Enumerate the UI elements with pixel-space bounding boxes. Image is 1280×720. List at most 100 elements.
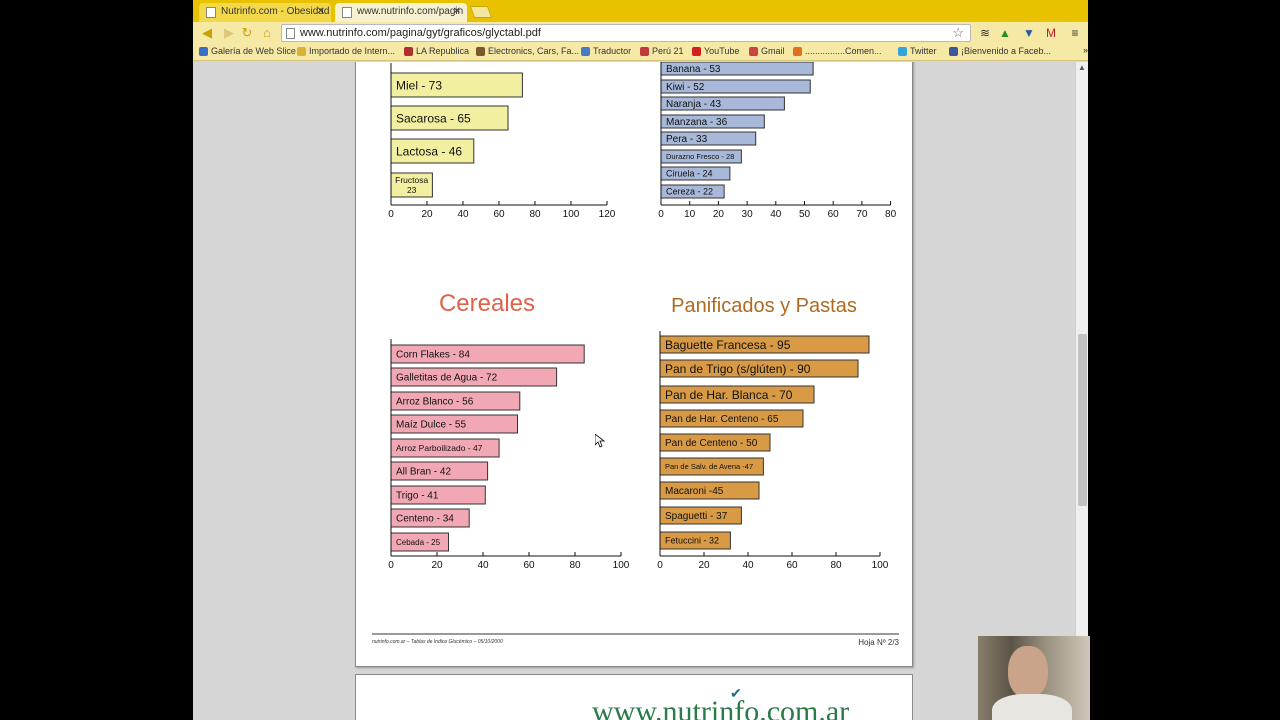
address-bar[interactable]: www.nutrinfo.com/pagina/gyt/graficos/gly… [281,24,971,42]
bookmark-icon [476,47,485,56]
pdf-viewer[interactable]: Miel - 73 Sacarosa - 65 Lactosa - 46 Fructo… [193,62,1088,720]
url-text: www.nutrinfo.com/pagina/gyt/graficos/gly… [300,27,541,39]
bookmark-label: Gmail [761,46,785,56]
bar-label: Trigo - 41 [396,491,439,502]
mouse-cursor-icon [595,434,605,448]
youtube-icon [692,47,701,56]
x-tick-label: 120 [599,209,616,220]
new-tab-button[interactable] [469,6,493,18]
x-tick-label: 60 [786,560,798,571]
bookmark-icon [404,47,413,56]
menu-icon[interactable]: ≡ [1067,25,1083,41]
bookmark-item[interactable]: Importado de Intern... [297,46,395,56]
x-tick-label: 70 [856,209,868,220]
reload-icon[interactable]: ↻ [239,25,255,41]
bookmark-label: Electronics, Cars, Fa... [488,46,580,56]
x-tick-label: 50 [799,209,811,220]
chart-cereales: Corn Flakes - 84 Galletitas de Agua - 72 A… [388,290,630,571]
chart-title: Cereales [439,290,535,317]
person-face [1008,646,1048,698]
charts-svg: Miel - 73 Sacarosa - 65 Lactosa - 46 Fructo… [372,62,900,647]
folder-icon [297,47,306,56]
bookmark-label: ................Comen... [805,46,882,56]
bar-label: Fructosa [395,175,428,185]
bar-label: Pan de Har. Blanca - 70 [665,388,793,402]
bar-label: Ciruela - 24 [666,169,713,179]
bar-label: Naranja - 43 [666,99,721,110]
vpn-extension-icon[interactable]: ▼ [1021,25,1037,41]
person-shirt [992,694,1072,720]
x-tick-label: 60 [828,209,840,220]
drive-extension-icon[interactable]: ▲ [997,25,1013,41]
x-tick-label: 80 [830,560,842,571]
layers-extension-icon[interactable]: ≋ [977,25,993,41]
toolbar: ◀ ▶ ↻ ⌂ www.nutrinfo.com/pagina/gyt/graf… [193,22,1088,44]
page-number: Hoja Nº 2/3 [858,638,899,647]
scroll-thumb[interactable] [1078,334,1087,506]
home-icon[interactable]: ⌂ [259,25,275,41]
bookmark-item[interactable]: LA Republica [404,46,469,56]
x-tick-label: 20 [698,560,710,571]
bar-label: Pan de Salv. de Avena -47 [665,462,753,471]
webcam-overlay [978,636,1090,720]
facebook-icon [949,47,958,56]
bookmark-item[interactable]: Twitter [898,46,937,56]
bar-label: Cereza - 22 [666,187,713,197]
bookmark-star-icon[interactable]: ☆ [952,25,964,41]
chart-title: Panificados y Pastas [671,295,857,317]
bookmark-icon [199,47,208,56]
pdf-page: Miel - 73 Sacarosa - 65 Lactosa - 46 Fructo… [355,62,913,667]
pdf-page-next: ✔ www.nutrinfo.com.ar [355,674,913,720]
bookmark-item[interactable]: Galería de Web Slice [199,46,296,56]
close-tab-icon[interactable]: ✕ [317,6,325,17]
translate-icon [581,47,590,56]
bookmark-label: Traductor [593,46,632,56]
gmail-extension-icon[interactable]: M [1043,25,1059,41]
bookmark-item[interactable]: ................Comen... [793,46,882,56]
chart-fruits: Banana - 53 Kiwi - 52 Naranja - 43 Manzana … [658,62,897,220]
bar-label: Pera - 33 [666,134,708,145]
tab-strip: Nutrinfo.com - Obesidad ✕ www.nutrinfo.c… [193,0,1088,22]
x-tick-label: 100 [613,560,630,571]
x-tick-label: 0 [658,209,664,220]
x-tick-label: 60 [493,209,505,220]
bar-label: Sacarosa - 65 [396,111,471,125]
scroll-up-icon[interactable]: ▲ [1078,63,1086,72]
x-tick-label: 0 [657,560,663,571]
vertical-scrollbar[interactable]: ▲ [1075,62,1088,720]
x-tick-label: 10 [684,209,696,220]
bookmark-item[interactable]: Traductor [581,46,631,56]
page-icon [286,28,295,39]
bar-label: Miel - 73 [396,78,442,92]
bar-label: Durazno Fresco - 28 [666,152,734,161]
close-tab-icon[interactable]: ✕ [453,6,461,17]
bookmark-item[interactable]: Perú 21 [640,46,684,56]
x-tick-label: 0 [388,209,394,220]
x-tick-label: 40 [457,209,469,220]
bar-label: All Bran - 42 [396,467,451,478]
x-tick-label: 40 [742,560,754,571]
forward-icon[interactable]: ▶ [221,25,237,41]
x-tick-label: 30 [742,209,754,220]
x-tick-label: 60 [523,560,535,571]
tab-title: www.nutrinfo.com/pagin [357,6,464,17]
tab-nutrinfo-obesidad[interactable]: Nutrinfo.com - Obesidad ✕ [199,3,331,22]
bookmark-icon [640,47,649,56]
browser-window: Nutrinfo.com - Obesidad ✕ www.nutrinfo.c… [193,0,1088,720]
bookmark-label: ¡Bienvenido a Faceb... [961,46,1052,56]
bar-label: Pan de Har. Centeno - 65 [665,414,779,425]
bookmark-item[interactable]: Gmail [749,46,785,56]
bar-label: Kiwi - 52 [666,82,705,93]
x-tick-label: 40 [770,209,782,220]
bookmarks-overflow-icon[interactable]: » [1071,45,1088,55]
twitter-icon [898,47,907,56]
bookmark-item[interactable]: YouTube [692,46,739,56]
screen: Nutrinfo.com - Obesidad ✕ www.nutrinfo.c… [0,0,1280,720]
bar-label: Pan de Trigo (s/glúten) - 90 [665,362,811,376]
tab-glyctabl-pdf[interactable]: www.nutrinfo.com/pagin ✕ [335,3,467,22]
bookmark-item[interactable]: Electronics, Cars, Fa... [476,46,579,56]
bar-label: Arroz Blanco - 56 [396,397,474,408]
bar-label: Centeno - 34 [396,514,454,525]
bookmark-item[interactable]: ¡Bienvenido a Faceb... [949,46,1051,56]
back-icon[interactable]: ◀ [199,25,215,41]
